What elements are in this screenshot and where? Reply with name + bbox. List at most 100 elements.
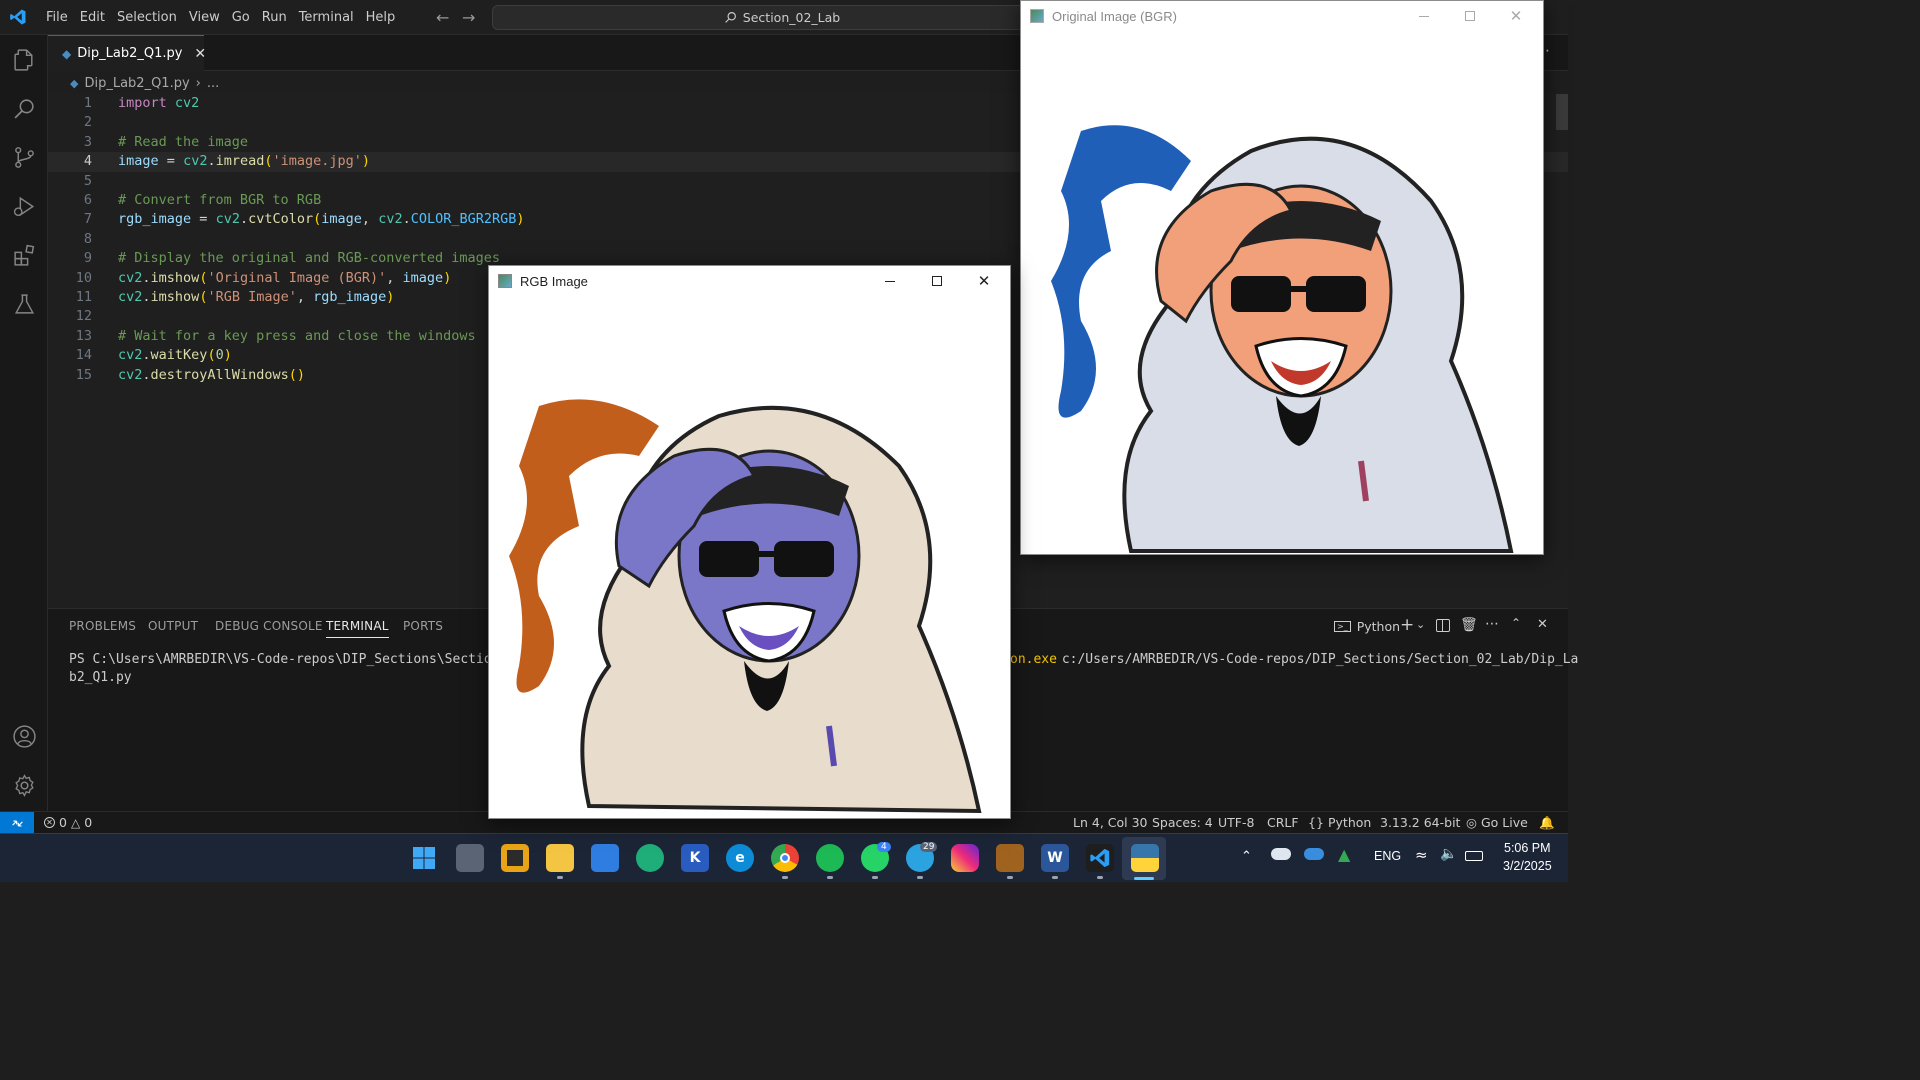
edge-browser-icon[interactable]: e (726, 844, 754, 872)
close-tab-icon[interactable]: ✕ (194, 46, 206, 62)
microsoft-store-icon[interactable] (591, 844, 619, 872)
app-k-icon[interactable]: K (681, 844, 709, 872)
file-explorer-icon[interactable] (546, 844, 574, 872)
bgr-image-window[interactable]: Original Image (BGR) ✕ (1020, 0, 1544, 555)
new-terminal-icon[interactable]: + (1400, 615, 1414, 635)
search-label: Section_02_Lab (742, 10, 841, 25)
python-file-icon: ◆ (70, 76, 79, 90)
menu-edit[interactable]: Edit (74, 0, 111, 35)
tab-terminal[interactable]: TERMINAL (326, 619, 389, 638)
chevron-down-icon[interactable]: ⌄ (1416, 618, 1425, 631)
indentation[interactable]: Spaces: 4 (1152, 815, 1213, 830)
close-button[interactable]: ✕ (961, 266, 1007, 296)
minimize-button[interactable] (1401, 1, 1447, 31)
chrome-icon[interactable] (771, 844, 799, 872)
tab-debug-console[interactable]: DEBUG CONSOLE (215, 619, 323, 633)
trash-icon[interactable]: 🗑 (1460, 617, 1478, 633)
spotify-icon[interactable] (816, 844, 844, 872)
run-debug-icon[interactable] (12, 194, 37, 219)
extensions-icon[interactable] (12, 243, 37, 268)
maximize-panel-icon[interactable]: ⌃ (1511, 616, 1521, 630)
language-indicator[interactable]: ENG (1374, 849, 1401, 863)
remote-indicator-icon[interactable] (0, 812, 34, 834)
settings-gear-icon[interactable] (12, 773, 37, 798)
menu-view[interactable]: View (183, 0, 226, 35)
paint-app-icon[interactable] (501, 844, 529, 872)
breadcrumb-file[interactable]: Dip_Lab2_Q1.py (84, 76, 189, 91)
opencv-window-icon (1030, 9, 1044, 23)
cursor-position[interactable]: Ln 4, Col 30 (1073, 815, 1148, 830)
editor-scrollbar[interactable] (1556, 94, 1568, 130)
forward-arrow-icon[interactable]: → (462, 8, 475, 27)
maximize-button[interactable] (914, 266, 960, 296)
line-number: 10 (75, 269, 92, 286)
vscode-taskbar-icon[interactable] (1086, 844, 1114, 872)
line-number: 9 (83, 250, 92, 267)
app-green-icon[interactable] (636, 844, 664, 872)
onedrive-blue-icon[interactable] (1304, 848, 1324, 860)
clock-time[interactable]: 5:06 PM (1504, 841, 1551, 855)
breadcrumb-more[interactable]: ... (207, 76, 219, 91)
back-arrow-icon[interactable]: ← (436, 8, 449, 27)
chevron-up-icon[interactable]: ⌃ (1241, 849, 1252, 864)
menu-file[interactable]: File (40, 0, 74, 35)
line-number: 5 (83, 172, 92, 189)
whatsapp-badge: 4 (877, 842, 891, 852)
python-interpreter[interactable]: 3.13.2 64-bit (1380, 815, 1460, 830)
tab-problems[interactable]: PROBLEMS (69, 619, 136, 633)
encoding[interactable]: UTF-8 (1218, 815, 1254, 830)
tab-ports[interactable]: PORTS (403, 619, 443, 633)
line-number: 3 (83, 133, 92, 150)
menu-run[interactable]: Run (256, 0, 293, 35)
bgr-image-canvas (1021, 31, 1543, 554)
windows-start-icon[interactable] (410, 844, 438, 872)
line-number: 14 (75, 347, 92, 364)
line-ending[interactable]: CRLF (1267, 815, 1299, 830)
instagram-icon[interactable] (951, 844, 979, 872)
bell-icon[interactable]: 🔔 (1539, 815, 1555, 831)
menu-help[interactable]: Help (360, 0, 402, 35)
account-icon[interactable] (12, 724, 37, 749)
search-icon[interactable] (12, 96, 37, 121)
line-number: 2 (83, 114, 92, 131)
command-center-search[interactable]: Section_02_Lab (492, 5, 1072, 30)
python-icon[interactable] (1131, 844, 1159, 872)
volume-icon[interactable]: 🔈 (1440, 846, 1457, 862)
line-number: 13 (75, 327, 92, 344)
app-brown-icon[interactable] (996, 844, 1024, 872)
close-button[interactable]: ✕ (1493, 1, 1539, 31)
task-view-icon[interactable] (456, 844, 484, 872)
terminal-line-path: c:/Users/AMRBEDIR/VS-Code-repos/DIP_Sect… (1054, 652, 1579, 667)
chevron-right-icon: › (195, 75, 201, 91)
rgb-image-window[interactable]: RGB Image ✕ (488, 265, 1011, 819)
wifi-icon[interactable]: ≈ (1415, 846, 1428, 864)
go-live-button[interactable]: Go Live (1481, 815, 1528, 830)
split-terminal-icon[interactable] (1436, 619, 1450, 632)
language-mode[interactable]: Python (1328, 815, 1371, 830)
terminal-icon: >_ (1334, 621, 1351, 632)
google-drive-icon[interactable]: ▲ (1338, 845, 1350, 864)
minimize-button[interactable] (867, 266, 913, 296)
close-panel-icon[interactable]: ✕ (1537, 617, 1548, 632)
maximize-button[interactable] (1447, 1, 1493, 31)
testing-flask-icon[interactable] (12, 292, 37, 317)
tab-dip-lab2-q1[interactable]: ◆ Dip_Lab2_Q1.py ✕ (48, 35, 206, 71)
source-control-icon[interactable] (12, 145, 37, 170)
clock-date[interactable]: 3/2/2025 (1503, 859, 1552, 873)
more-icon[interactable]: ⋯ (1485, 616, 1499, 632)
menu-go[interactable]: Go (226, 0, 256, 35)
tab-output[interactable]: OUTPUT (148, 619, 198, 633)
menu-selection[interactable]: Selection (111, 0, 183, 35)
error-count: 0 (59, 815, 67, 830)
battery-icon[interactable] (1465, 851, 1483, 861)
terminal-shell-selector[interactable]: >_ Python (1334, 619, 1400, 634)
word-icon[interactable]: W (1041, 844, 1069, 872)
tab-label: Dip_Lab2_Q1.py (77, 46, 183, 61)
menu-terminal[interactable]: Terminal (293, 0, 360, 35)
explorer-icon[interactable] (12, 48, 37, 73)
problems-counter[interactable]: ✕ 0 △ 0 (44, 815, 92, 830)
terminal-line-prompt: PS C:\Users\AMRBEDIR\VS-Code-repos\DIP_S… (69, 652, 516, 667)
warning-icon: △ (70, 815, 81, 830)
search-icon (725, 12, 736, 23)
onedrive-white-icon[interactable] (1271, 848, 1291, 860)
